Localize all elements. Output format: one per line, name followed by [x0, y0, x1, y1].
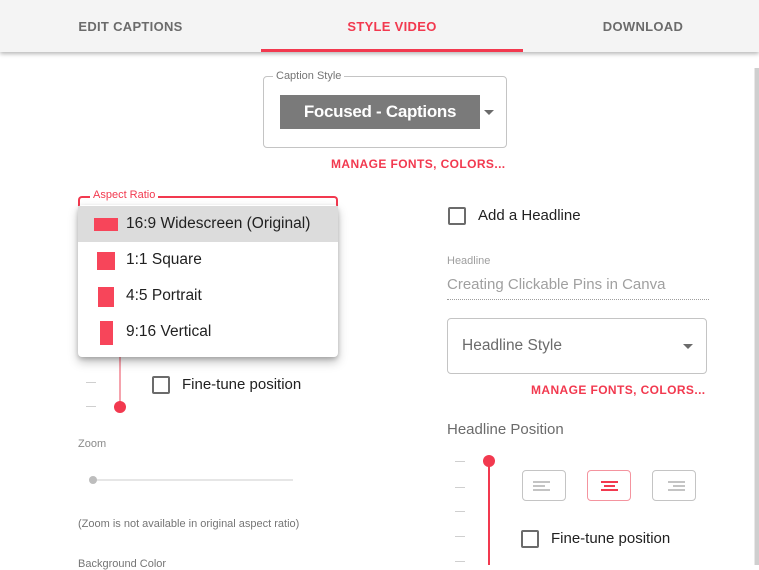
option-label: 16:9 Widescreen (Original) [126, 215, 311, 232]
headline-position-label: Headline Position [447, 421, 564, 438]
align-left-button[interactable] [522, 470, 566, 501]
square-swatch-icon [97, 252, 115, 270]
caption-position-thumb[interactable] [114, 401, 126, 413]
caption-style-label: Caption Style [273, 70, 345, 82]
position-tick [86, 382, 96, 383]
tab-label: EDIT CAPTIONS [78, 18, 183, 34]
option-label: 4:5 Portrait [126, 287, 202, 304]
headline-style-placeholder: Headline Style [462, 337, 562, 354]
tab-bar: EDIT CAPTIONS STYLE VIDEO DOWNLOAD [0, 0, 759, 52]
caret-down-icon [683, 344, 693, 349]
position-tick [86, 406, 96, 407]
position-tick [455, 487, 465, 488]
scrollbar[interactable] [754, 68, 759, 565]
caption-fine-tune-checkbox[interactable] [152, 376, 170, 394]
caret-down-icon [484, 110, 494, 115]
portrait-swatch-icon [98, 287, 114, 307]
zoom-slider-thumb[interactable] [89, 476, 97, 484]
headline-input[interactable]: Creating Clickable Pins in Canva [447, 276, 709, 300]
manage-caption-fonts-link[interactable]: MANAGE FONTS, COLORS... [331, 157, 506, 171]
headline-fine-tune-label: Fine-tune position [551, 530, 671, 547]
headline-style-select[interactable]: Headline Style [447, 318, 707, 374]
tab-download[interactable]: DOWNLOAD [523, 0, 759, 52]
aspect-ratio-menu: 16:9 Widescreen (Original) 1:1 Square 4:… [78, 205, 338, 357]
aspect-option-16-9[interactable]: 16:9 Widescreen (Original) [78, 206, 338, 242]
caption-style-select[interactable]: Caption Style Focused - Captions [263, 70, 507, 148]
add-headline-checkbox[interactable] [448, 207, 466, 225]
aspect-option-4-5[interactable]: 4:5 Portrait [78, 278, 338, 314]
aspect-option-9-16[interactable]: 9:16 Vertical [78, 314, 338, 350]
tab-label: DOWNLOAD [602, 18, 684, 34]
caption-style-preview: Focused - Captions [280, 95, 480, 129]
headline-field-label: Headline [447, 255, 491, 267]
tab-edit-captions[interactable]: EDIT CAPTIONS [0, 0, 261, 52]
option-label: 9:16 Vertical [126, 323, 212, 340]
zoom-note: (Zoom is not available in original aspec… [78, 518, 300, 530]
manage-headline-fonts-link[interactable]: MANAGE FONTS, COLORS... [531, 383, 706, 397]
zoom-slider-track[interactable] [93, 479, 293, 481]
headline-fine-tune-checkbox[interactable] [521, 530, 539, 548]
aspect-ratio-label: Aspect Ratio [90, 189, 159, 201]
option-label: 1:1 Square [126, 251, 202, 268]
widescreen-swatch-icon [94, 218, 118, 231]
caption-position-track[interactable] [119, 357, 121, 407]
vertical-swatch-icon [100, 321, 113, 345]
add-headline-label: Add a Headline [478, 207, 581, 224]
align-center-button[interactable] [587, 470, 631, 501]
position-tick [455, 461, 465, 462]
headline-input-value: Creating Clickable Pins in Canva [447, 276, 666, 293]
aspect-option-1-1[interactable]: 1:1 Square [78, 242, 338, 278]
active-tab-indicator [261, 49, 523, 52]
caption-fine-tune-label: Fine-tune position [182, 376, 302, 393]
headline-position-track[interactable] [488, 461, 490, 565]
tab-style-video[interactable]: STYLE VIDEO [261, 0, 523, 52]
caption-style-value: Focused - Captions [303, 102, 457, 121]
position-tick [455, 511, 465, 512]
headline-position-thumb[interactable] [483, 455, 495, 467]
position-tick [455, 536, 465, 537]
tab-label: STYLE VIDEO [347, 18, 437, 34]
zoom-label: Zoom [78, 438, 107, 450]
background-color-label: Background Color [78, 558, 167, 570]
align-right-button[interactable] [652, 470, 696, 501]
position-tick [455, 561, 465, 562]
